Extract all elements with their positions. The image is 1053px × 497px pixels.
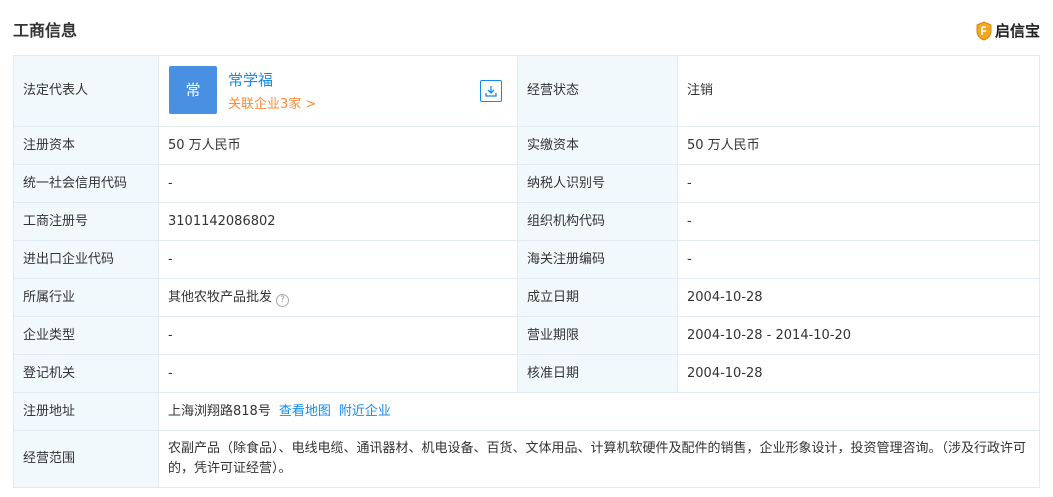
industry-label: 所属行业 xyxy=(13,278,159,317)
table-row: 统一社会信用代码 - 纳税人识别号 - xyxy=(13,164,1040,203)
status-value: 注销 xyxy=(677,55,1040,127)
customs-code-label: 海关注册编码 xyxy=(517,240,678,279)
brand-name: 启信宝 xyxy=(994,22,1040,40)
business-term-value: 2004-10-28 - 2014-10-20 xyxy=(677,316,1040,355)
company-type-label: 企业类型 xyxy=(13,316,159,355)
table-row: 注册地址 上海浏翔路818号 查看地图 附近企业 xyxy=(13,392,1040,431)
table-row: 所属行业 其他农牧产品批发? 成立日期 2004-10-28 xyxy=(13,278,1040,317)
founded-label: 成立日期 xyxy=(517,278,678,317)
reg-capital-label: 注册资本 xyxy=(13,126,159,165)
approval-date-label: 核准日期 xyxy=(517,354,678,393)
reg-capital-value: 50 万人民币 xyxy=(158,126,518,165)
company-type-value: - xyxy=(158,316,518,355)
avatar[interactable]: 常 xyxy=(169,66,217,114)
address-label: 注册地址 xyxy=(13,392,159,431)
table-row: 注册资本 50 万人民币 实缴资本 50 万人民币 xyxy=(13,126,1040,165)
import-export-code-label: 进出口企业代码 xyxy=(13,240,159,279)
status-label: 经营状态 xyxy=(517,55,678,127)
founded-value: 2004-10-28 xyxy=(677,278,1040,317)
business-info-table: 法定代表人 常 常学福 关联企业3家 > 经营状态 注销 注册资本 50 万人民… xyxy=(13,55,1040,488)
credit-code-value: - xyxy=(158,164,518,203)
address-value: 上海浏翔路818号 xyxy=(168,403,271,419)
brand-logo[interactable]: 启信宝 xyxy=(976,20,1040,42)
table-row: 登记机关 - 核准日期 2004-10-28 xyxy=(13,354,1040,393)
legal-rep-label: 法定代表人 xyxy=(13,55,159,127)
credit-code-label: 统一社会信用代码 xyxy=(13,164,159,203)
paid-capital-label: 实缴资本 xyxy=(517,126,678,165)
customs-code-value: - xyxy=(677,240,1040,279)
import-export-code-value: - xyxy=(158,240,518,279)
scope-value: 农副产品（除食品）、电线电缆、通讯器材、机电设备、百货、文体用品、计算机软硬件及… xyxy=(158,430,1040,488)
business-term-label: 营业期限 xyxy=(517,316,678,355)
authority-value: - xyxy=(158,354,518,393)
industry-value: 其他农牧产品批发 xyxy=(168,289,273,305)
section-header: 工商信息 启信宝 xyxy=(0,0,1053,56)
table-row: 法定代表人 常 常学福 关联企业3家 > 经营状态 注销 xyxy=(13,55,1040,127)
question-circle-icon[interactable]: ? xyxy=(276,293,290,307)
reg-no-label: 工商注册号 xyxy=(13,202,159,241)
approval-date-value: 2004-10-28 xyxy=(677,354,1040,393)
reg-no-value: 3101142086802 xyxy=(158,202,518,241)
view-map-link[interactable]: 查看地图 xyxy=(279,404,331,419)
scope-label: 经营范围 xyxy=(13,430,159,488)
nearby-companies-link[interactable]: 附近企业 xyxy=(339,404,391,419)
industry-cell: 其他农牧产品批发? xyxy=(158,278,518,317)
legal-rep-cell: 常 常学福 关联企业3家 > xyxy=(158,55,518,127)
section-title: 工商信息 xyxy=(13,21,78,40)
org-code-value: - xyxy=(677,202,1040,241)
legal-rep-name-link[interactable]: 常学福 xyxy=(228,70,273,90)
shield-logo-icon xyxy=(976,21,992,41)
table-row: 经营范围 农副产品（除食品）、电线电缆、通讯器材、机电设备、百货、文体用品、计算… xyxy=(13,430,1040,488)
paid-capital-value: 50 万人民币 xyxy=(677,126,1040,165)
related-companies-link[interactable]: 关联企业3家 > xyxy=(228,95,316,115)
taxpayer-id-value: - xyxy=(677,164,1040,203)
download-icon xyxy=(485,86,497,97)
address-cell: 上海浏翔路818号 查看地图 附近企业 xyxy=(158,392,1040,431)
org-code-label: 组织机构代码 xyxy=(517,202,678,241)
table-row: 工商注册号 3101142086802 组织机构代码 - xyxy=(13,202,1040,241)
taxpayer-id-label: 纳税人识别号 xyxy=(517,164,678,203)
table-row: 进出口企业代码 - 海关注册编码 - xyxy=(13,240,1040,279)
table-row: 企业类型 - 营业期限 2004-10-28 - 2014-10-20 xyxy=(13,316,1040,355)
download-button[interactable] xyxy=(480,80,502,102)
authority-label: 登记机关 xyxy=(13,354,159,393)
